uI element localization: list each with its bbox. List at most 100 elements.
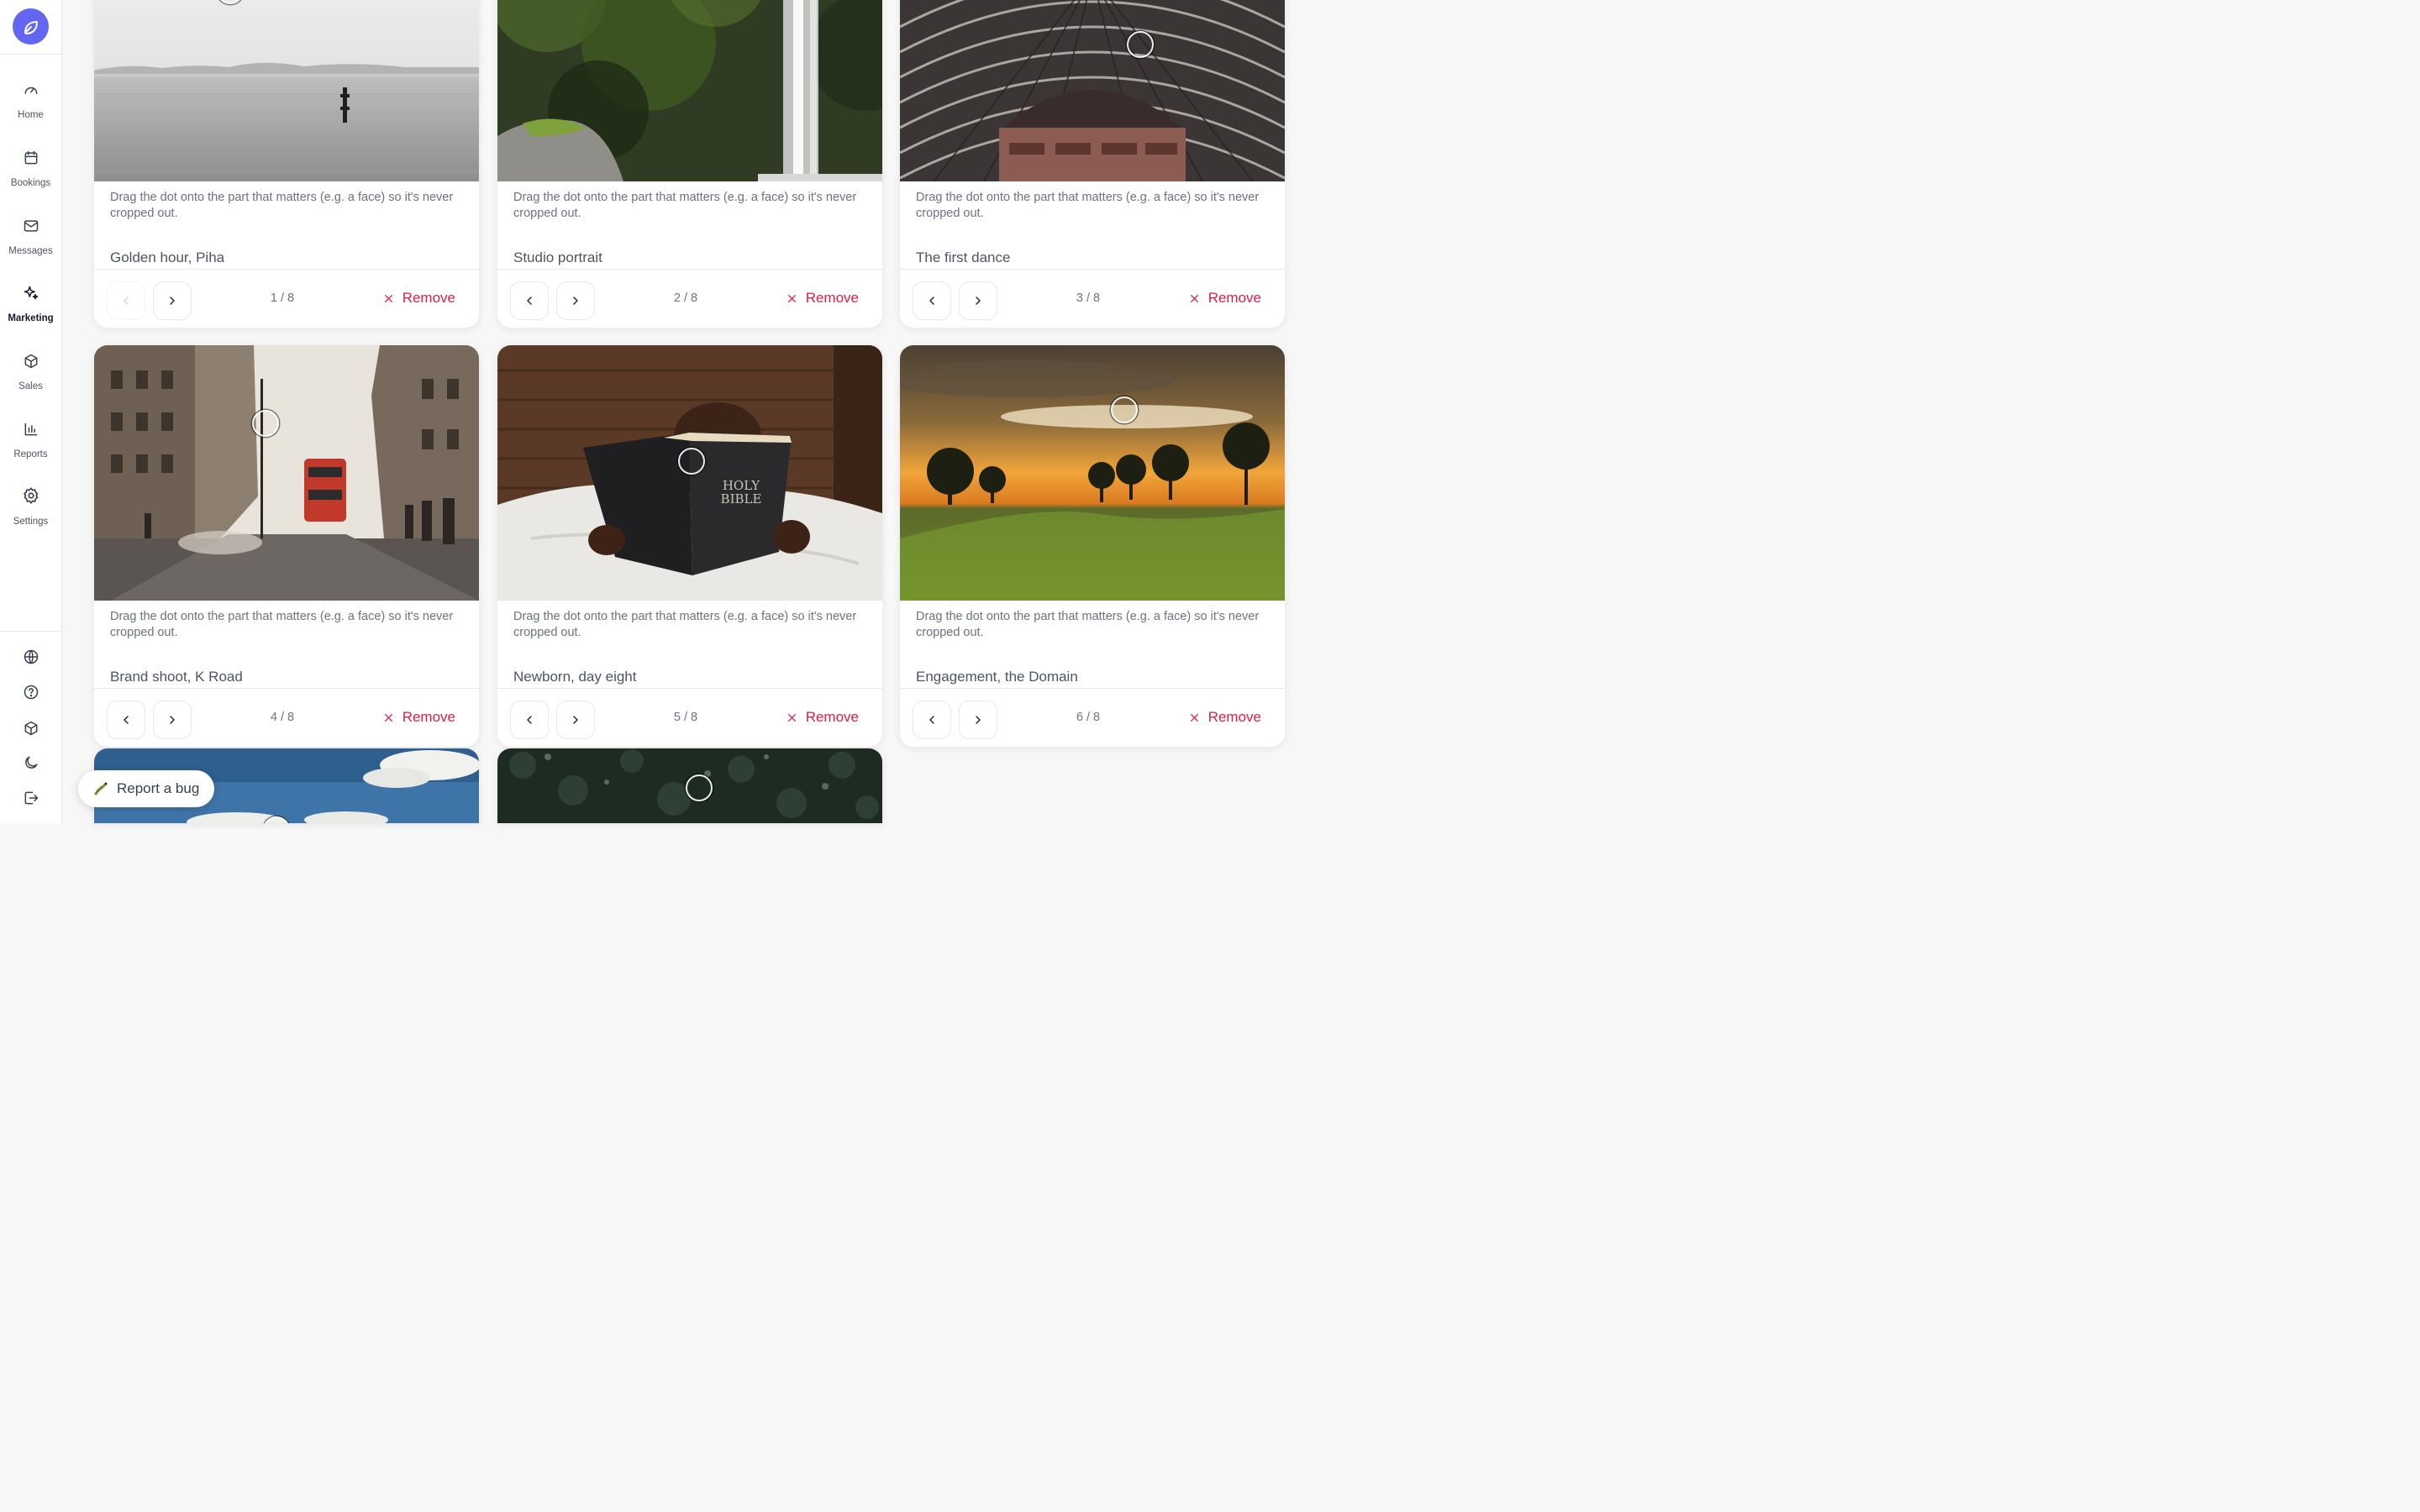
previous-photo-button[interactable] [107, 701, 145, 739]
chevron-left-icon [527, 297, 532, 305]
next-photo-button[interactable] [959, 701, 997, 739]
focal-point-handle[interactable] [1127, 31, 1154, 58]
globe-icon [24, 649, 39, 664]
photo-counter: 4 / 8 [270, 711, 295, 724]
photo-card: Drag the dot onto the part that matters … [94, 345, 479, 747]
remove-label: Remove [805, 709, 859, 725]
package-icon [24, 721, 38, 736]
next-photo-button[interactable] [556, 281, 595, 320]
chevron-right-icon [976, 716, 981, 724]
close-icon [787, 713, 796, 722]
remove-label: Remove [1207, 709, 1261, 725]
chevron-right-icon [170, 297, 175, 305]
next-photo-button[interactable] [153, 281, 192, 320]
next-photo-button[interactable] [959, 281, 997, 320]
previous-photo-button[interactable] [510, 701, 549, 739]
moon-icon [25, 756, 38, 769]
sidebar-item-bookings[interactable]: Bookings [0, 141, 61, 200]
photo-card: Drag the dot onto the part that matters … [497, 0, 882, 328]
calendar-icon [24, 150, 37, 165]
mail-icon [24, 220, 38, 232]
card-footer: 5 / 8 Remove [497, 688, 882, 747]
help-circle-icon [24, 685, 39, 700]
chevron-left-icon [527, 716, 532, 724]
photo [497, 0, 882, 181]
sidebar-item-messages[interactable]: Messages [0, 209, 61, 268]
photo-counter: 3 / 8 [1076, 291, 1101, 305]
box-icon [24, 354, 37, 369]
report-bug-label: Report a bug [117, 780, 200, 796]
focal-point-handle[interactable] [678, 448, 705, 475]
remove-label: Remove [1207, 290, 1261, 306]
sidebar-item-label: Messages [8, 246, 53, 256]
remove-photo-button[interactable]: Remove [786, 709, 859, 726]
previous-photo-button[interactable] [913, 281, 951, 320]
remove-photo-button[interactable]: Remove [1189, 709, 1261, 726]
products-button[interactable] [18, 715, 45, 742]
focal-point-hint: Drag the dot onto the part that matters … [513, 191, 857, 220]
sidebar-item-reports[interactable]: Reports [0, 412, 61, 471]
focal-point-handle[interactable] [686, 774, 713, 801]
sidebar-item-sales[interactable]: Sales [0, 344, 61, 403]
remove-label: Remove [805, 290, 859, 306]
svg-text:BIBLE: BIBLE [721, 491, 762, 507]
photo-caption: Studio portrait [513, 249, 602, 265]
card-footer: 2 / 8 Remove [497, 269, 882, 328]
bar-chart-icon [24, 423, 37, 436]
photo [497, 748, 882, 823]
app-logo[interactable] [13, 8, 49, 45]
sidebar-item-marketing[interactable]: Marketing [0, 276, 61, 335]
logout-button[interactable] [18, 785, 45, 811]
close-icon [384, 294, 392, 302]
card-footer: 3 / 8 Remove [900, 269, 1285, 328]
photo: HOLY BIBLE [497, 345, 882, 601]
sidebar-item-label: Home [18, 110, 44, 120]
previous-photo-button[interactable] [913, 701, 951, 739]
card-footer: 6 / 8 Remove [900, 688, 1285, 747]
help-button[interactable] [18, 679, 45, 706]
focal-point-hint: Drag the dot onto the part that matters … [513, 610, 857, 639]
photo [94, 345, 479, 601]
focal-point-hint: Drag the dot onto the part that matters … [916, 610, 1260, 639]
photo [900, 345, 1285, 601]
close-icon [787, 294, 796, 302]
focal-point-handle[interactable] [1111, 396, 1138, 423]
chevron-left-icon [124, 716, 129, 724]
remove-photo-button[interactable]: Remove [383, 709, 455, 726]
card-footer: 4 / 8 Remove [94, 688, 479, 747]
chevron-left-icon [929, 297, 934, 305]
photo [900, 0, 1285, 181]
chevron-left-icon [124, 297, 129, 305]
focal-point-hint: Drag the dot onto the part that matters … [916, 191, 1260, 220]
chevron-left-icon [929, 716, 934, 724]
photo-card: Drag the dot onto the part that matters … [900, 345, 1285, 747]
close-icon [384, 713, 392, 722]
sidebar-item-settings[interactable]: Settings [0, 478, 61, 537]
sidebar-item-label: Settings [13, 517, 49, 527]
photo-counter: 5 / 8 [673, 711, 698, 724]
photo-counter: 6 / 8 [1076, 711, 1101, 724]
chevron-right-icon [976, 297, 981, 305]
previous-photo-button[interactable] [107, 281, 145, 320]
photo [94, 0, 479, 181]
remove-photo-button[interactable]: Remove [1189, 290, 1261, 307]
dark-mode-toggle[interactable] [18, 749, 45, 776]
remove-photo-button[interactable]: Remove [383, 290, 455, 307]
previous-photo-button[interactable] [510, 281, 549, 320]
next-photo-button[interactable] [556, 701, 595, 739]
sidebar-item-label: Bookings [10, 178, 51, 188]
remove-photo-button[interactable]: Remove [786, 290, 859, 307]
language-button[interactable] [18, 643, 45, 670]
chevron-right-icon [573, 716, 578, 724]
photo-card: HOLY BIBLE Drag the dot onto the part th… [497, 345, 882, 747]
report-bug-button[interactable]: Report a bug [78, 770, 215, 807]
chevron-right-icon [170, 716, 175, 724]
photo-caption: Engagement, the Domain [916, 669, 1078, 685]
photo-counter: 1 / 8 [270, 291, 295, 305]
focal-point-handle[interactable] [252, 410, 279, 437]
next-photo-button[interactable] [153, 701, 192, 739]
sidebar-divider [0, 631, 61, 632]
sidebar: Home Bookings Messages Marketing Sales R… [0, 0, 62, 823]
sidebar-item-home[interactable]: Home [0, 73, 61, 132]
sidebar-item-label: Marketing [8, 313, 54, 323]
